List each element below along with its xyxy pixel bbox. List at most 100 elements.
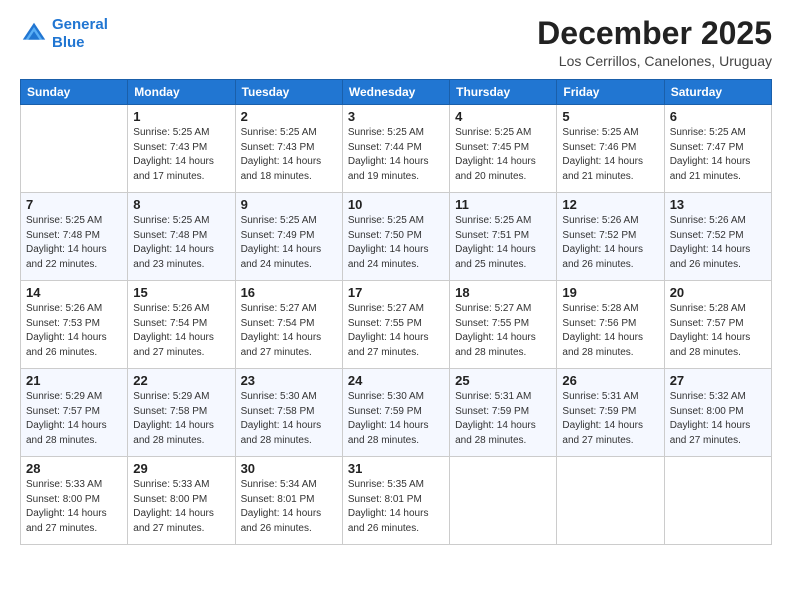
day-number: 22 [133, 373, 229, 388]
calendar-cell: 1 Sunrise: 5:25 AM Sunset: 7:43 PM Daylig… [128, 105, 235, 193]
calendar-cell: 2Sunrise: 5:25 AM Sunset: 7:43 PM Daylig… [235, 105, 342, 193]
day-number: 23 [241, 373, 337, 388]
day-number: 18 [455, 285, 551, 300]
calendar-cell: 17Sunrise: 5:27 AM Sunset: 7:55 PM Dayli… [342, 281, 449, 369]
calendar-cell: 28Sunrise: 5:33 AM Sunset: 8:00 PM Dayli… [21, 457, 128, 545]
calendar-cell [21, 105, 128, 193]
calendar-week-4: 21Sunrise: 5:29 AM Sunset: 7:57 PM Dayli… [21, 369, 772, 457]
calendar-header-friday: Friday [557, 80, 664, 105]
calendar-cell: 14Sunrise: 5:26 AM Sunset: 7:53 PM Dayli… [21, 281, 128, 369]
cell-info: Sunrise: 5:25 AM Sunset: 7:43 PM Dayligh… [241, 126, 337, 184]
cell-info: Sunrise: 5:27 AM Sunset: 7:54 PM Dayligh… [241, 302, 337, 360]
day-number: 24 [348, 373, 444, 388]
cell-info: Sunrise: 5:27 AM Sunset: 7:55 PM Dayligh… [348, 302, 444, 360]
calendar-cell: 20 Sunrise: 5:28 AM Sunset: 7:57 PM Dayli… [664, 281, 771, 369]
title-block: December 2025 Los Cerrillos, Canelones, … [537, 16, 772, 69]
logo: General Blue [20, 16, 108, 52]
location: Los Cerrillos, Canelones, Uruguay [537, 53, 772, 69]
calendar-cell: 30 Sunrise: 5:34 AM Sunset: 8:01 PM Dayli… [235, 457, 342, 545]
calendar-header-wednesday: Wednesday [342, 80, 449, 105]
day-number: 28 [26, 461, 122, 476]
cell-info: Sunrise: 5:30 AM Sunset: 7:59 PM Dayligh… [348, 390, 444, 448]
day-number: 31 [348, 461, 444, 476]
cell-info: Sunrise: 5:26 AM Sunset: 7:52 PM Dayligh… [562, 214, 658, 272]
calendar-cell [450, 457, 557, 545]
calendar-cell: 13 Sunrise: 5:26 AM Sunset: 7:52 PM Dayli… [664, 193, 771, 281]
calendar-cell: 15 Sunrise: 5:26 AM Sunset: 7:54 PM Dayli… [128, 281, 235, 369]
day-number: 27 [670, 373, 766, 388]
calendar-week-2: 7 Sunrise: 5:25 AM Sunset: 7:48 PM Daylig… [21, 193, 772, 281]
calendar-header-sunday: Sunday [21, 80, 128, 105]
cell-info: Sunrise: 5:25 AM Sunset: 7:48 PM Dayligh… [133, 214, 229, 272]
month-title: December 2025 [537, 16, 772, 51]
day-number: 30 [241, 461, 337, 476]
calendar-cell: 8 Sunrise: 5:25 AM Sunset: 7:48 PM Daylig… [128, 193, 235, 281]
day-number: 10 [348, 197, 444, 212]
cell-info: Sunrise: 5:31 AM Sunset: 7:59 PM Dayligh… [562, 390, 658, 448]
cell-info: Sunrise: 5:28 AM Sunset: 7:56 PM Dayligh… [562, 302, 658, 360]
calendar-header-saturday: Saturday [664, 80, 771, 105]
logo-line1: General [52, 16, 108, 33]
calendar-cell: 27 Sunrise: 5:32 AM Sunset: 8:00 PM Dayli… [664, 369, 771, 457]
calendar-cell: 19 Sunrise: 5:28 AM Sunset: 7:56 PM Dayli… [557, 281, 664, 369]
day-number: 16 [241, 285, 337, 300]
calendar-header-monday: Monday [128, 80, 235, 105]
calendar-header-thursday: Thursday [450, 80, 557, 105]
logo-icon [20, 20, 48, 48]
cell-info: Sunrise: 5:29 AM Sunset: 7:58 PM Dayligh… [133, 390, 229, 448]
cell-info: Sunrise: 5:25 AM Sunset: 7:44 PM Dayligh… [348, 126, 444, 184]
calendar-cell: 6 Sunrise: 5:25 AM Sunset: 7:47 PM Daylig… [664, 105, 771, 193]
day-number: 1 [133, 109, 229, 124]
calendar-cell: 29Sunrise: 5:33 AM Sunset: 8:00 PM Dayli… [128, 457, 235, 545]
day-number: 8 [133, 197, 229, 212]
day-number: 5 [562, 109, 658, 124]
calendar-cell: 21Sunrise: 5:29 AM Sunset: 7:57 PM Dayli… [21, 369, 128, 457]
cell-info: Sunrise: 5:25 AM Sunset: 7:46 PM Dayligh… [562, 126, 658, 184]
calendar-cell: 18 Sunrise: 5:27 AM Sunset: 7:55 PM Dayli… [450, 281, 557, 369]
day-number: 26 [562, 373, 658, 388]
calendar-cell: 26 Sunrise: 5:31 AM Sunset: 7:59 PM Dayli… [557, 369, 664, 457]
calendar-cell: 25 Sunrise: 5:31 AM Sunset: 7:59 PM Dayli… [450, 369, 557, 457]
cell-info: Sunrise: 5:28 AM Sunset: 7:57 PM Dayligh… [670, 302, 766, 360]
cell-info: Sunrise: 5:29 AM Sunset: 7:57 PM Dayligh… [26, 390, 122, 448]
calendar-cell: 9Sunrise: 5:25 AM Sunset: 7:49 PM Daylig… [235, 193, 342, 281]
cell-info: Sunrise: 5:25 AM Sunset: 7:50 PM Dayligh… [348, 214, 444, 272]
day-number: 19 [562, 285, 658, 300]
cell-info: Sunrise: 5:26 AM Sunset: 7:52 PM Dayligh… [670, 214, 766, 272]
cell-info: Sunrise: 5:26 AM Sunset: 7:53 PM Dayligh… [26, 302, 122, 360]
cell-info: Sunrise: 5:25 AM Sunset: 7:47 PM Dayligh… [670, 126, 766, 184]
page: General Blue December 2025 Los Cerrillos… [0, 0, 792, 612]
day-number: 25 [455, 373, 551, 388]
day-number: 4 [455, 109, 551, 124]
calendar-cell [557, 457, 664, 545]
calendar-cell: 16 Sunrise: 5:27 AM Sunset: 7:54 PM Dayli… [235, 281, 342, 369]
calendar-cell: 23Sunrise: 5:30 AM Sunset: 7:58 PM Dayli… [235, 369, 342, 457]
cell-info: Sunrise: 5:25 AM Sunset: 7:48 PM Dayligh… [26, 214, 122, 272]
calendar-cell: 3 Sunrise: 5:25 AM Sunset: 7:44 PM Daylig… [342, 105, 449, 193]
cell-info: Sunrise: 5:25 AM Sunset: 7:49 PM Dayligh… [241, 214, 337, 272]
cell-info: Sunrise: 5:32 AM Sunset: 8:00 PM Dayligh… [670, 390, 766, 448]
calendar: SundayMondayTuesdayWednesdayThursdayFrid… [20, 79, 772, 545]
calendar-cell: 22 Sunrise: 5:29 AM Sunset: 7:58 PM Dayli… [128, 369, 235, 457]
cell-info: Sunrise: 5:35 AM Sunset: 8:01 PM Dayligh… [348, 478, 444, 536]
logo-line2: Blue [52, 34, 85, 51]
cell-info: Sunrise: 5:25 AM Sunset: 7:51 PM Dayligh… [455, 214, 551, 272]
calendar-week-3: 14Sunrise: 5:26 AM Sunset: 7:53 PM Dayli… [21, 281, 772, 369]
day-number: 3 [348, 109, 444, 124]
calendar-header-tuesday: Tuesday [235, 80, 342, 105]
day-number: 20 [670, 285, 766, 300]
calendar-cell: 4Sunrise: 5:25 AM Sunset: 7:45 PM Daylig… [450, 105, 557, 193]
day-number: 12 [562, 197, 658, 212]
calendar-cell: 31 Sunrise: 5:35 AM Sunset: 8:01 PM Dayli… [342, 457, 449, 545]
cell-info: Sunrise: 5:25 AM Sunset: 7:43 PM Dayligh… [133, 126, 229, 184]
cell-info: Sunrise: 5:26 AM Sunset: 7:54 PM Dayligh… [133, 302, 229, 360]
day-number: 15 [133, 285, 229, 300]
cell-info: Sunrise: 5:31 AM Sunset: 7:59 PM Dayligh… [455, 390, 551, 448]
day-number: 13 [670, 197, 766, 212]
calendar-cell: 11Sunrise: 5:25 AM Sunset: 7:51 PM Dayli… [450, 193, 557, 281]
day-number: 6 [670, 109, 766, 124]
calendar-cell: 10 Sunrise: 5:25 AM Sunset: 7:50 PM Dayli… [342, 193, 449, 281]
cell-info: Sunrise: 5:27 AM Sunset: 7:55 PM Dayligh… [455, 302, 551, 360]
cell-info: Sunrise: 5:34 AM Sunset: 8:01 PM Dayligh… [241, 478, 337, 536]
day-number: 7 [26, 197, 122, 212]
